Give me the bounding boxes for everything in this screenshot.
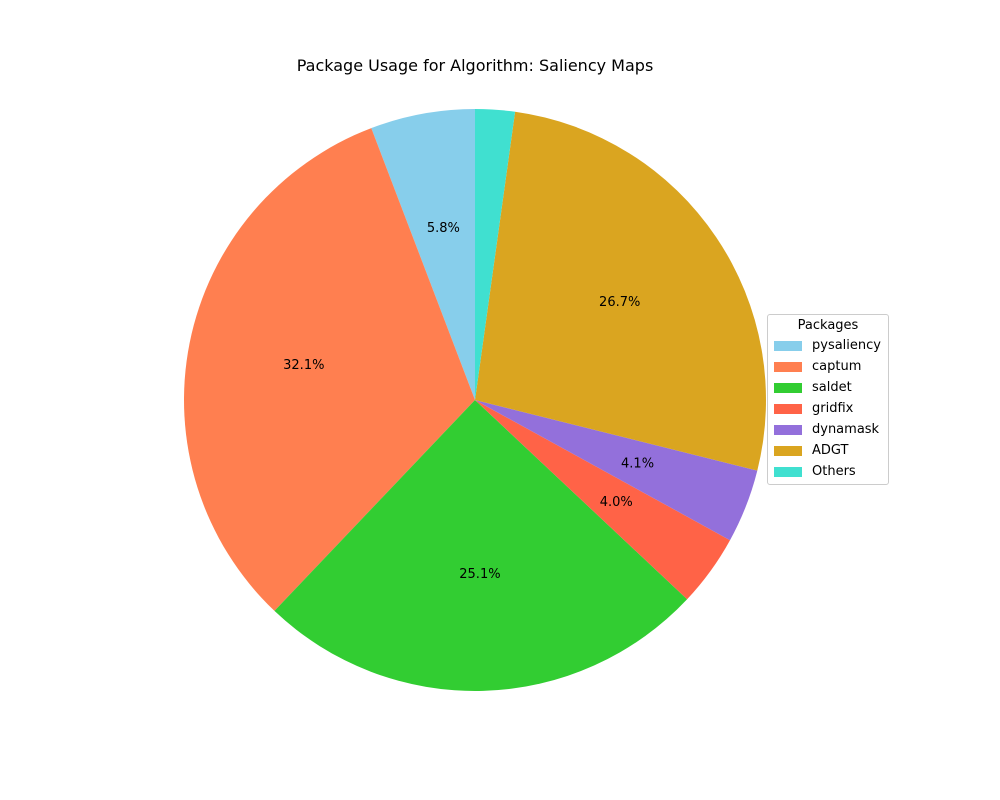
slice-pct-label: 26.7%: [599, 295, 640, 310]
legend-swatch: [774, 340, 802, 351]
legend-label: Others: [812, 464, 856, 479]
legend-swatch: [774, 466, 802, 477]
legend-item: captum: [774, 356, 882, 377]
legend-item: dynamask: [774, 419, 882, 440]
legend-label: ADGT: [812, 443, 849, 458]
legend-label: dynamask: [812, 422, 880, 437]
legend-item: pysaliency: [774, 335, 882, 356]
legend-item: gridfix: [774, 398, 882, 419]
legend: Packages pysaliency captum saldet gridfix dy…: [767, 314, 889, 485]
legend-swatch: [774, 445, 802, 456]
legend-label: pysaliency: [812, 338, 881, 353]
slice-pct-label: 25.1%: [459, 567, 500, 582]
legend-title: Packages: [797, 318, 859, 333]
legend-item: Others: [774, 461, 882, 482]
legend-swatch: [774, 403, 802, 414]
legend-label: saldet: [812, 380, 852, 395]
legend-label: captum: [812, 359, 862, 374]
legend-swatch: [774, 361, 802, 372]
slice-pct-label: 5.8%: [427, 221, 460, 236]
legend-swatch: [774, 382, 802, 393]
slice-pct-label: 32.1%: [283, 358, 324, 373]
slice-pct-label: 4.1%: [621, 456, 654, 471]
legend-swatch: [774, 424, 802, 435]
legend-item: saldet: [774, 377, 882, 398]
slice-pct-label: 4.0%: [600, 495, 633, 510]
legend-item: ADGT: [774, 440, 882, 461]
legend-label: gridfix: [812, 401, 854, 416]
